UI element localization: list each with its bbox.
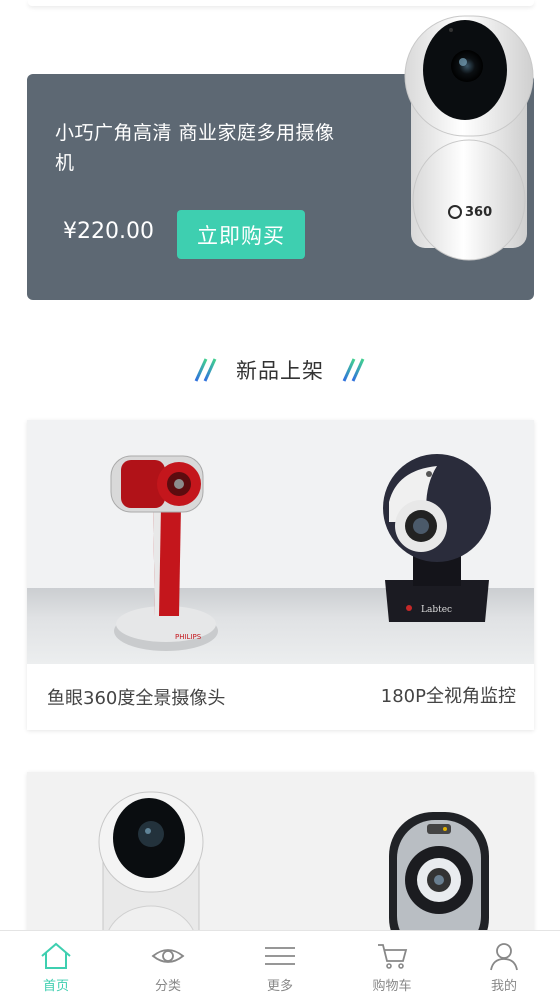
cart-icon — [378, 944, 408, 969]
product-card[interactable]: PHILIPS Labtec 鱼眼360度全景摄像头 180P全视角监控 — [27, 420, 534, 730]
tab-label: 我的 — [490, 979, 517, 994]
tab-cart[interactable]: 购物车 — [336, 931, 448, 1000]
promo-price: ¥220.00 — [63, 219, 154, 244]
bottom-tab-bar: 首页 分类 更多 购物车 我的 — [0, 930, 560, 1000]
promo-banner[interactable]: 小巧广角高清 商业家庭多用摄像机 ¥220.00 立即购买 360 — [27, 15, 534, 300]
previous-card-edge — [28, 0, 534, 6]
product-image: PHILIPS Labtec — [27, 420, 534, 664]
decor-slash-icon — [342, 358, 365, 382]
product-name-left[interactable]: 鱼眼360度全景摄像头 — [47, 684, 225, 710]
eye-icon — [151, 949, 185, 963]
menu-icon — [265, 947, 295, 965]
tab-home[interactable]: 首页 — [0, 931, 112, 1000]
fisheye-camera-image: PHILIPS — [110, 455, 218, 651]
section-title: 新品上架 — [236, 359, 324, 383]
product-caption: 鱼眼360度全景摄像头 180P全视角监控 — [27, 664, 534, 730]
tab-label: 分类 — [154, 979, 181, 994]
home-icon — [41, 942, 71, 969]
user-icon — [490, 943, 518, 971]
product-name-right[interactable]: 180P全视角监控 — [381, 682, 516, 708]
tab-more[interactable]: 更多 — [224, 931, 336, 1000]
brand-logo: 360 — [465, 205, 492, 220]
tab-profile[interactable]: 我的 — [448, 931, 560, 1000]
promo-camera-image: 360 — [404, 15, 534, 261]
labtec-logo: Labtec — [421, 605, 452, 615]
tab-category[interactable]: 分类 — [112, 931, 224, 1000]
tab-label: 更多 — [266, 979, 293, 994]
webcam-image: Labtec — [383, 454, 491, 622]
decor-slash-icon — [194, 358, 217, 382]
new-arrivals-header: 新品上架 — [0, 352, 560, 388]
philips-logo: PHILIPS — [175, 633, 202, 641]
buy-now-button[interactable]: 立即购买 — [177, 210, 305, 259]
tab-label: 购物车 — [372, 979, 412, 994]
promo-title: 小巧广角高清 商业家庭多用摄像机 — [55, 122, 335, 174]
tab-label: 首页 — [42, 979, 69, 994]
